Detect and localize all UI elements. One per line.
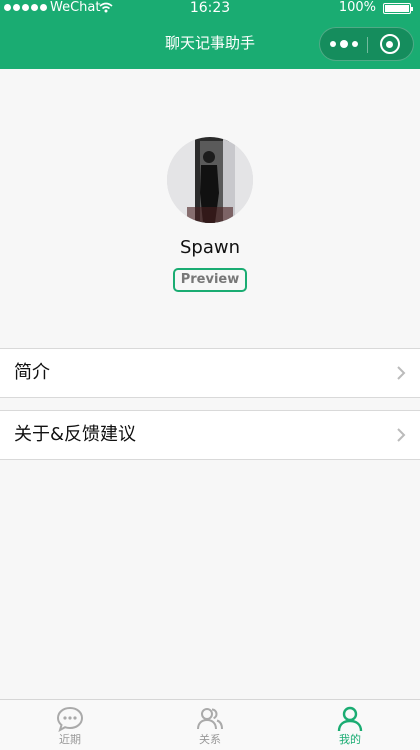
menu-item-label: 简介 [14,362,50,383]
header: WeChat 16:23 100% 聊天记事助手 [0,0,420,69]
close-miniprogram-button[interactable] [366,28,413,60]
tab-label: 近期 [59,733,81,746]
users-icon [197,708,223,730]
target-circle-icon [379,34,400,54]
chevron-right-icon [397,428,406,442]
menu-item-label: 关于&反馈建议 [14,424,137,445]
more-dots-icon [329,41,336,47]
tab-label: 我的 [339,733,361,746]
battery-percent: 100% [338,0,376,15]
more-button[interactable] [320,28,367,60]
profile-section: Spawn Preview [0,137,420,292]
tab-label: 关系 [199,733,221,746]
username: Spawn [179,237,240,258]
menu-item-about-feedback[interactable]: 关于&反馈建议 [0,410,420,460]
tab-mine[interactable]: 我的 [280,700,420,750]
person-icon [337,706,363,732]
tab-relations[interactable]: 关系 [140,700,280,750]
battery-icon [383,3,413,14]
status-bar: WeChat 16:23 100% [0,0,420,18]
tab-recent[interactable]: 近期 [0,700,140,750]
preview-badge: Preview [172,268,248,292]
avatar[interactable] [167,137,253,223]
menu-item-intro[interactable]: 简介 [0,348,420,398]
miniprogram-capsule [319,27,414,61]
tab-bar: 近期 关系 我的 [0,699,420,750]
chevron-right-icon [397,366,406,380]
chat-bubble-icon [56,706,84,732]
